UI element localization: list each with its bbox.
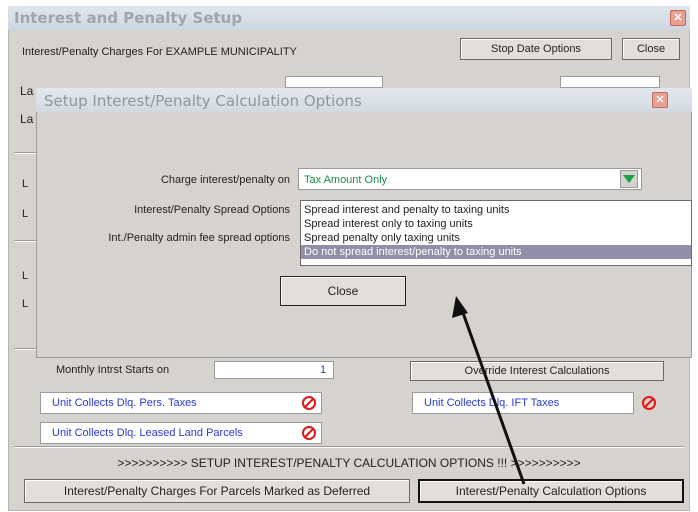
annotation-arrow-icon	[452, 296, 526, 485]
